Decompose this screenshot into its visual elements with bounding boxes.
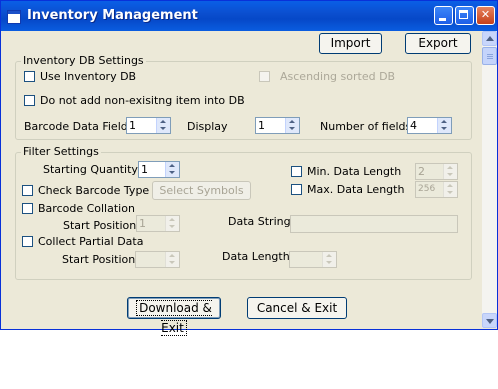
close-button[interactable]: ✕ — [476, 6, 495, 25]
barcode-collation-label: Barcode Collation — [38, 202, 135, 215]
min-data-length-value: 2 — [418, 165, 425, 178]
download-exit-button[interactable]: Download & Exit — [127, 297, 221, 336]
ascending-sorted-db-checkbox[interactable] — [259, 71, 270, 82]
inventory-management-window: Inventory Management ✕ Import Export Inv… — [0, 0, 498, 336]
download-exit-label: Download & Exit — [136, 300, 212, 336]
use-inventory-db-checkbox[interactable] — [24, 71, 35, 82]
chevron-down-icon — [486, 319, 494, 324]
spinner-arrows-icon[interactable] — [165, 252, 179, 267]
ascending-sorted-db-label: Ascending sorted DB — [280, 70, 396, 83]
maximize-icon — [459, 10, 468, 19]
collation-start-position-value: 1 — [139, 217, 146, 230]
max-data-length-value: 256 — [418, 184, 436, 194]
number-of-fields-value: 4 — [410, 119, 417, 132]
spinner-arrows-icon[interactable] — [443, 164, 457, 179]
select-symbols-button[interactable]: Select Symbols — [152, 181, 251, 200]
display-value: 1 — [258, 119, 265, 132]
data-length-label: Data Length — [222, 250, 290, 263]
spinner-arrows-icon[interactable] — [322, 252, 336, 267]
partial-start-position-spinner[interactable] — [135, 251, 180, 268]
close-icon: ✕ — [480, 9, 491, 21]
collation-start-position-label: Start Position — [63, 219, 137, 232]
number-of-fields-label: Number of fields — [320, 120, 412, 133]
use-inventory-db-label: Use Inventory DB — [40, 70, 137, 83]
data-string-input[interactable] — [290, 215, 458, 233]
barcode-collation-checkbox[interactable] — [22, 203, 33, 214]
spinner-arrows-icon[interactable] — [165, 162, 179, 177]
collation-start-position-spinner[interactable]: 1 — [136, 215, 180, 232]
filter-settings-legend: Filter Settings — [21, 145, 101, 158]
display-label: Display — [187, 120, 228, 133]
barcode-data-field-value: 1 — [129, 119, 136, 132]
min-data-length-spinner[interactable]: 2 — [415, 163, 458, 180]
window-title: Inventory Management — [27, 8, 198, 23]
check-barcode-type-label: Check Barcode Type — [38, 184, 150, 197]
chevron-up-icon — [486, 36, 494, 41]
min-data-length-checkbox[interactable] — [291, 166, 302, 177]
max-data-length-label: Max. Data Length — [307, 183, 405, 196]
barcode-data-field-spinner[interactable]: 1 — [126, 117, 171, 134]
max-data-length-checkbox[interactable] — [291, 184, 302, 195]
data-string-label: Data String — [228, 215, 291, 228]
check-barcode-type-checkbox[interactable] — [22, 185, 33, 196]
export-button[interactable]: Export — [405, 33, 471, 54]
spinner-arrows-icon[interactable] — [156, 118, 170, 133]
starting-quantity-value: 1 — [141, 163, 148, 176]
scroll-down-button[interactable] — [482, 313, 497, 328]
spinner-arrows-icon[interactable] — [285, 118, 299, 133]
collect-partial-data-checkbox[interactable] — [22, 236, 33, 247]
scroll-up-button[interactable] — [482, 31, 497, 46]
starting-quantity-label: Starting Quantity — [43, 163, 138, 176]
min-data-length-label: Min. Data Length — [307, 165, 402, 178]
import-button[interactable]: Import — [319, 33, 382, 54]
minimize-icon — [439, 18, 446, 21]
partial-start-position-label: Start Position — [62, 253, 136, 266]
title-bar[interactable]: Inventory Management ✕ — [1, 1, 497, 31]
max-data-length-spinner[interactable]: 256 — [415, 181, 458, 198]
maximize-button[interactable] — [455, 6, 474, 25]
spinner-arrows-icon[interactable] — [437, 118, 451, 133]
collect-partial-data-label: Collect Partial Data — [38, 235, 144, 248]
inventory-db-settings-legend: Inventory DB Settings — [21, 54, 146, 67]
app-window-icon — [7, 10, 21, 24]
barcode-data-field-label: Barcode Data Field — [24, 120, 128, 133]
minimize-button[interactable] — [434, 6, 453, 25]
data-length-spinner[interactable] — [289, 251, 337, 268]
spinner-arrows-icon[interactable] — [443, 182, 457, 197]
do-not-add-nonexisting-checkbox[interactable] — [24, 95, 35, 106]
cancel-exit-button[interactable]: Cancel & Exit — [247, 297, 347, 319]
do-not-add-nonexisting-label: Do not add non-exisitng item into DB — [40, 94, 245, 107]
display-spinner[interactable]: 1 — [255, 117, 300, 134]
scrollbar-thumb[interactable] — [482, 47, 497, 65]
spinner-arrows-icon[interactable] — [165, 216, 179, 231]
starting-quantity-spinner[interactable]: 1 — [138, 161, 180, 178]
vertical-scrollbar[interactable] — [482, 31, 497, 328]
number-of-fields-spinner[interactable]: 4 — [407, 117, 452, 134]
